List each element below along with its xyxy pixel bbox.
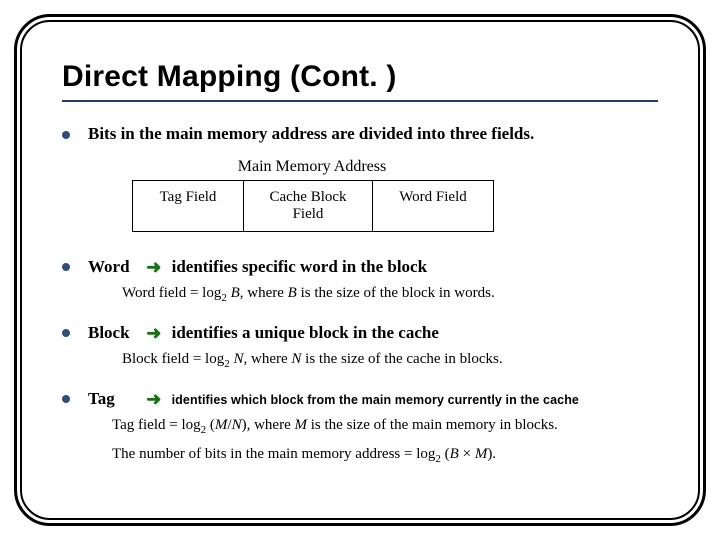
tag-term: Tag [88,389,138,409]
block-desc: identifies a unique block in the cache [172,323,439,342]
formula-word-arg: B [231,285,240,301]
formula-tag: Tag field = log2 (M/N), where M is the s… [112,417,658,436]
arrow-right-icon: ➜ [146,323,161,344]
diagram-cell-tag: Tag Field [133,181,243,231]
bullet-dot-icon [62,395,70,403]
diagram-cell-word: Word Field [372,181,493,231]
formula-total: The number of bits in the main memory ad… [112,446,658,465]
tag-desc: identifies which block from the main mem… [172,393,579,407]
bullet-dot-icon [62,329,70,337]
address-diagram: Main Memory Address Tag Field Cache Bloc… [132,158,658,232]
bullet-word-text: Word ➜ identifies specific word in the b… [88,256,427,277]
formula-total-lhs: The number of bits in the main memory ad… [112,446,400,462]
word-term: Word [88,257,138,277]
diagram-caption: Main Memory Address [132,158,492,176]
bullet-tag-text: Tag ➜ identifies which block from the ma… [88,388,579,409]
formula-word: Word field = log2 B, where B is the size… [122,285,658,304]
bullet-word: Word ➜ identifies specific word in the b… [62,256,658,277]
formula-block-tail1: , where [243,351,291,367]
arrow-right-icon: ➜ [146,257,161,278]
formula-word-lhs: Word field [122,285,186,301]
formula-block-tailvar: N [291,351,301,367]
slide-outer-border: Direct Mapping (Cont. ) Bits in the main… [14,14,706,526]
arrow-right-icon: ➜ [146,389,161,410]
word-desc: identifies specific word in the block [172,257,427,276]
formula-word-tailvar: B [288,285,297,301]
bullet-intro: Bits in the main memory address are divi… [62,124,658,144]
formula-tag-tail2: is the size of the main memory in blocks… [307,417,558,433]
block-term: Block [88,323,138,343]
bullet-tag: Tag ➜ identifies which block from the ma… [62,388,658,409]
bullet-intro-text: Bits in the main memory address are divi… [88,124,534,144]
slide-title: Direct Mapping (Cont. ) [62,60,658,94]
formula-block-lhs: Block field [122,351,189,367]
formula-tag-lhs: Tag field [112,417,166,433]
formula-word-tail1: , where [240,285,288,301]
bullet-block: Block ➜ identifies a unique block in the… [62,322,658,343]
formula-tag-tailvar: M [295,417,308,433]
bullet-dot-icon [62,131,70,139]
formula-tag-tail1: , where [247,417,295,433]
formula-word-tail2: is the size of the block in words. [297,285,495,301]
formula-block-arg: N [233,351,243,367]
diagram-boxes: Tag Field Cache Block Field Word Field [132,180,494,232]
slide-inner-border: Direct Mapping (Cont. ) Bits in the main… [20,20,700,520]
formula-block: Block field = log2 N, where N is the siz… [122,351,658,370]
bullet-dot-icon [62,263,70,271]
formula-block-tail2: is the size of the cache in blocks. [301,351,502,367]
bullet-block-text: Block ➜ identifies a unique block in the… [88,322,439,343]
title-rule [62,100,658,102]
diagram-cell-block: Cache Block Field [243,181,372,231]
